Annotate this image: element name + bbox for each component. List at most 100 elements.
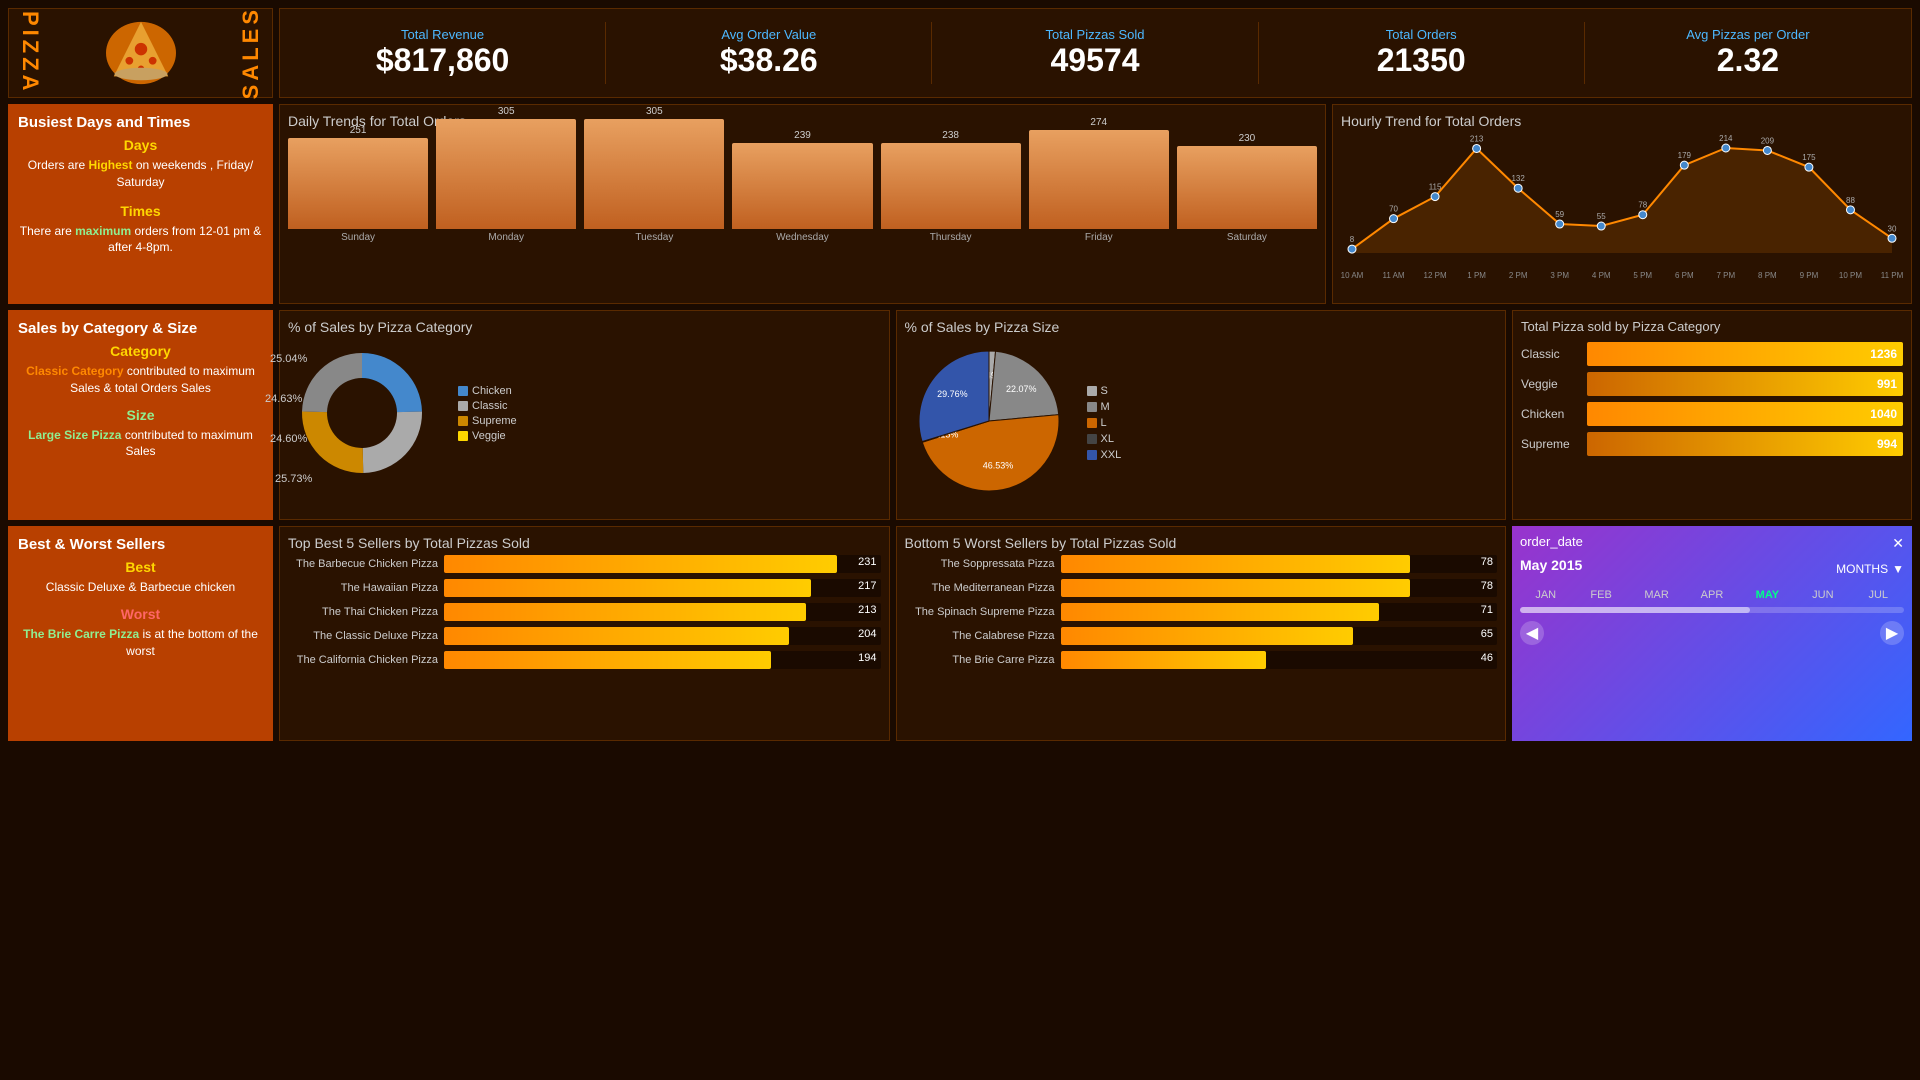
svg-text:46.53%: 46.53%	[982, 461, 1013, 471]
row4: Best & Worst Sellers Best Classic Deluxe…	[8, 526, 1912, 741]
bar-value: 230	[1239, 133, 1256, 144]
bar-value: 239	[794, 130, 811, 141]
hbar-label: The Thai Chicken Pizza	[288, 606, 438, 618]
hbar-label: The Hawaiian Pizza	[288, 582, 438, 594]
svg-text:7 PM: 7 PM	[1717, 271, 1736, 280]
calendar-prev-button[interactable]: ◀	[1520, 621, 1544, 645]
logo-pizza-text: PIZZA	[17, 11, 43, 95]
svg-text:175: 175	[1802, 153, 1816, 162]
top5-panel: Top Best 5 Sellers by Total Pizzas Sold …	[279, 526, 890, 741]
row2: Busiest Days and Times Days Orders are H…	[8, 104, 1912, 304]
pizza-category-chart-panel: % of Sales by Pizza Category 25.04% 24.6…	[279, 310, 890, 520]
hbar-label: The Classic Deluxe Pizza	[288, 630, 438, 642]
row3: Sales by Category & Size Category Classi…	[8, 310, 1912, 520]
days-label: Days	[18, 137, 263, 153]
svg-text:88: 88	[1846, 196, 1855, 205]
days-highlight: Highest	[88, 158, 132, 172]
hbar-value: 217	[858, 580, 876, 592]
svg-text:3 PM: 3 PM	[1550, 271, 1569, 280]
hbar-track: 46	[1061, 651, 1498, 669]
pizza-size-chart-title: % of Sales by Pizza Size	[905, 319, 1498, 335]
calendar-current-month: May 2015	[1520, 557, 1582, 573]
hbar-value: 78	[1481, 556, 1493, 568]
bar-label: Wednesday	[776, 232, 829, 243]
legend-veggie-label: Veggie	[472, 430, 506, 442]
hbar-value: 46	[1481, 652, 1493, 664]
worst-label: Worst	[18, 606, 263, 622]
hourly-trend-title: Hourly Trend for Total Orders	[1341, 113, 1903, 129]
pizza-size-pie: 1.49%22.07%46.53%0.15%29.76%	[909, 343, 1079, 503]
legend-xl: XL	[1087, 433, 1122, 445]
kpi-avg-pizzas-label: Avg Pizzas per Order	[1686, 27, 1809, 42]
best-text: Classic Deluxe & Barbecue chicken	[18, 579, 263, 596]
bar-label: Thursday	[930, 232, 972, 243]
pizza-sold-bar-value: 1236	[1870, 347, 1897, 361]
hbar-value: 78	[1481, 580, 1493, 592]
svg-text:8 PM: 8 PM	[1758, 271, 1777, 280]
bottom5-title: Bottom 5 Worst Sellers by Total Pizzas S…	[905, 535, 1498, 551]
svg-text:22.07%: 22.07%	[1005, 384, 1036, 394]
bar-group-tuesday: 305Tuesday	[584, 106, 724, 243]
list-item: The Calabrese Pizza 65	[905, 627, 1498, 645]
hbar-fill	[1061, 651, 1266, 669]
calendar-month-item[interactable]: JAN	[1520, 589, 1571, 601]
bar-label: Tuesday	[635, 232, 673, 243]
hbar-track: 78	[1061, 579, 1498, 597]
list-item: The Hawaiian Pizza 217	[288, 579, 881, 597]
category-highlight: Classic Category	[26, 364, 123, 378]
bar-value: 274	[1090, 117, 1107, 128]
hbar-track: 204	[444, 627, 881, 645]
svg-text:4 PM: 4 PM	[1592, 271, 1611, 280]
calendar-close-icon[interactable]: ✕	[1892, 535, 1904, 552]
size-highlight: Large Size Pizza	[28, 428, 121, 442]
calendar-slider[interactable]	[1520, 607, 1904, 613]
legend-s: S	[1087, 385, 1122, 397]
bar-body	[584, 119, 724, 229]
best-worst-title: Best & Worst Sellers	[18, 536, 263, 553]
hourly-svg: 810 AM7011 AM11512 PM2131 PM1322 PM593 P…	[1341, 133, 1903, 283]
months-dropdown[interactable]: MONTHS ▼	[1836, 562, 1904, 576]
list-item: The California Chicken Pizza 194	[288, 651, 881, 669]
hbar-label: The Soppressata Pizza	[905, 558, 1055, 570]
calendar-month-item[interactable]: MAY	[1742, 589, 1793, 601]
svg-text:179: 179	[1678, 151, 1692, 160]
times-highlight: maximum	[75, 224, 131, 238]
svg-text:10 AM: 10 AM	[1341, 271, 1364, 280]
calendar-panel[interactable]: order_date ✕ May 2015 MONTHS ▼ JANFEBMAR…	[1512, 526, 1912, 741]
hbar-track: 194	[444, 651, 881, 669]
svg-text:1 PM: 1 PM	[1467, 271, 1486, 280]
pizza-size-chart-panel: % of Sales by Pizza Size 1.49%22.07%46.5…	[896, 310, 1507, 520]
calendar-month-item[interactable]: JUL	[1853, 589, 1904, 601]
chevron-down-icon: ▼	[1892, 562, 1904, 576]
hbar-label: The Brie Carre Pizza	[905, 654, 1055, 666]
kpi-total-orders-label: Total Orders	[1386, 27, 1457, 42]
calendar-month-item[interactable]: FEB	[1575, 589, 1626, 601]
list-item: The Classic Deluxe Pizza 204	[288, 627, 881, 645]
calendar-month-item[interactable]: MAR	[1631, 589, 1682, 601]
svg-text:70: 70	[1389, 205, 1398, 214]
category-label: Category	[18, 343, 263, 359]
svg-text:59: 59	[1555, 210, 1564, 219]
kpi-avg-pizzas-value: 2.32	[1717, 42, 1779, 79]
pizza-sold-name: Supreme	[1521, 437, 1581, 451]
hbar-track: 78	[1061, 555, 1498, 573]
bar-label: Sunday	[341, 232, 375, 243]
kpi-avg-order: Avg Order Value $38.26	[606, 22, 932, 84]
legend-classic: Classic	[458, 400, 517, 412]
calendar-month-item[interactable]: APR	[1686, 589, 1737, 601]
hbar-fill	[1061, 579, 1410, 597]
bar-body	[436, 119, 576, 229]
calendar-next-button[interactable]: ▶	[1880, 621, 1904, 645]
svg-text:30: 30	[1888, 224, 1897, 233]
bar-value: 305	[498, 106, 515, 117]
hbar-track: 65	[1061, 627, 1498, 645]
bar-group-monday: 305Monday	[436, 106, 576, 243]
hbar-value: 194	[858, 652, 876, 664]
pizza-sold-row: Supreme 994	[1521, 432, 1903, 456]
calendar-month-item[interactable]: JUN	[1797, 589, 1848, 601]
pizza-sold-title: Total Pizza sold by Pizza Category	[1521, 319, 1903, 334]
bar-value: 251	[350, 125, 367, 136]
days-text: Orders are Highest on weekends , Friday/…	[18, 157, 263, 191]
top5-bars: The Barbecue Chicken Pizza 231 The Hawai…	[288, 555, 881, 669]
hbar-value: 71	[1481, 604, 1493, 616]
